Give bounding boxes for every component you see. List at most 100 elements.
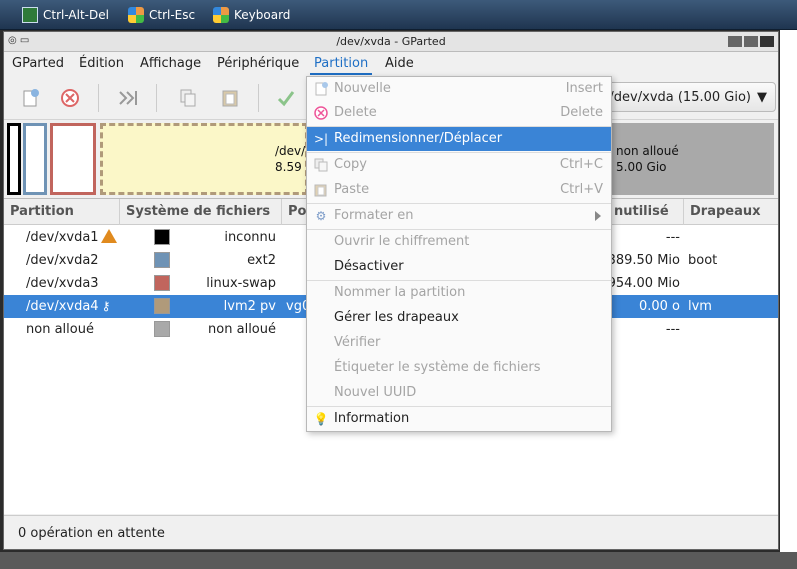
cell-filesystem: ext2: [247, 253, 276, 268]
menu-aide[interactable]: Aide: [381, 55, 418, 75]
menu-item-label: Paste: [334, 182, 370, 197]
maximize-icon[interactable]: [744, 36, 758, 47]
menu-item-format[interactable]: ⚙ Formater en: [307, 204, 611, 228]
delete-partition-button[interactable]: [58, 86, 82, 110]
cell-partition: non alloué: [26, 322, 94, 337]
map-xvda4-size: 8.59: [275, 160, 302, 174]
menu-item-manage-flags[interactable]: Gérer les drapeaux: [307, 306, 611, 330]
new-partition-button[interactable]: [18, 86, 42, 110]
menu-item-check[interactable]: Vérifier: [307, 331, 611, 355]
cell-unused: ---: [665, 322, 680, 337]
paste-icon: [313, 182, 329, 198]
toolbar-separator: [258, 84, 259, 112]
menu-item-label: Étiqueter le système de fichiers: [334, 360, 541, 375]
map-xvda4[interactable]: /dev/ 8.59: [100, 123, 308, 195]
viewer-toolbar: Ctrl-Alt-Del Ctrl-Esc Keyboard: [0, 0, 797, 30]
ctrl-esc-button[interactable]: Ctrl-Esc: [128, 5, 195, 25]
delete-icon: [61, 89, 79, 107]
menu-partition[interactable]: Partition: [310, 55, 373, 75]
menu-edition[interactable]: Édition: [75, 55, 128, 75]
map-xvda1[interactable]: [7, 123, 21, 195]
menu-item-new-uuid[interactable]: Nouvel UUID: [307, 381, 611, 405]
toolbar-separator: [156, 84, 157, 112]
fs-color-swatch: [154, 252, 170, 268]
minimize-icon[interactable]: [728, 36, 742, 47]
menu-item-label: Redimensionner/Déplacer: [334, 131, 503, 146]
menu-item-information[interactable]: 💡 Information: [307, 407, 611, 431]
map-unallocated-size: 5.00 Gio: [616, 160, 667, 174]
menu-item-label: Nouvelle: [334, 81, 391, 96]
ctrl-esc-label: Ctrl-Esc: [149, 8, 196, 22]
menu-item-label: Gérer les drapeaux: [334, 310, 459, 325]
menu-item-open-encryption[interactable]: Ouvrir le chiffrement: [307, 230, 611, 254]
menu-item-accel: Ctrl+C: [559, 157, 603, 172]
close-icon[interactable]: [760, 36, 774, 47]
cell-flags: lvm: [688, 299, 712, 314]
delete-icon: [313, 105, 329, 121]
menu-affichage[interactable]: Affichage: [136, 55, 205, 75]
map-unallocated[interactable]: non alloué 5.00 Gio: [604, 123, 774, 195]
partition-name: /dev/xvda4: [26, 299, 99, 314]
map-xvda4-name: /dev/: [275, 144, 306, 158]
cell-flags: boot: [688, 253, 718, 268]
menu-item-copy[interactable]: Copy Ctrl+C: [307, 153, 611, 177]
menu-item-label: Nouvel UUID: [334, 385, 417, 400]
cell-filesystem: inconnu: [224, 230, 276, 245]
col-partition[interactable]: Partition: [4, 199, 120, 225]
menu-item-label: Formater en: [334, 208, 414, 223]
windows-icon: [128, 7, 144, 23]
viewer-margin: [780, 30, 797, 552]
ctrl-alt-del-label: Ctrl-Alt-Del: [43, 8, 109, 22]
map-unallocated-name: non alloué: [616, 144, 679, 158]
format-icon: ⚙: [315, 209, 327, 223]
cell-partition: /dev/xvda2: [26, 253, 99, 268]
cell-partition: /dev/xvda3: [26, 276, 99, 291]
menu-item-label-filesystem[interactable]: Étiqueter le système de fichiers: [307, 356, 611, 380]
menu-item-label: Delete: [334, 105, 377, 120]
resize-icon: >|: [313, 132, 329, 146]
menu-gparted[interactable]: GParted: [8, 55, 68, 75]
submenu-arrow-icon: [595, 211, 601, 221]
menu-peripherique[interactable]: Périphérique: [213, 55, 303, 75]
col-flags[interactable]: Drapeaux: [684, 199, 778, 225]
windows-icon: [213, 7, 229, 23]
col-unused[interactable]: nutilisé: [608, 199, 684, 225]
menu-item-resize-move[interactable]: >| Redimensionner/Déplacer: [307, 127, 611, 151]
map-xvda2[interactable]: [23, 123, 47, 195]
menu-item-deactivate[interactable]: Désactiver: [307, 255, 611, 279]
menu-item-accel: Insert: [565, 81, 603, 96]
cell-filesystem: lvm2 pv: [223, 299, 276, 314]
col-filesystem[interactable]: Système de fichiers: [120, 199, 282, 225]
cell-partition: /dev/xvda1: [26, 229, 117, 246]
menu-item-delete[interactable]: Delete Delete: [307, 101, 611, 125]
chevron-down-icon: ▼: [757, 89, 767, 105]
partition-menu: Nouvelle Insert Delete Delete >| Redimen…: [306, 76, 612, 432]
map-xvda3[interactable]: [50, 123, 96, 195]
window-title: /dev/xvda - GParted: [336, 35, 446, 48]
window-titlebar: ◎ ▭ /dev/xvda - GParted: [4, 32, 778, 52]
menu-item-label: Copy: [334, 157, 367, 172]
menu-item-nouvelle[interactable]: Nouvelle Insert: [307, 77, 611, 101]
check-icon: [277, 91, 295, 107]
cell-filesystem: non alloué: [208, 322, 276, 337]
apply-button[interactable]: [274, 86, 298, 110]
new-icon: [23, 89, 39, 107]
menu-item-label: Ouvrir le chiffrement: [334, 234, 470, 249]
key-icon: ⚷: [101, 299, 111, 313]
keyboard-label: Keyboard: [234, 8, 291, 22]
copy-button[interactable]: [176, 86, 200, 110]
menu-item-label: Désactiver: [334, 259, 404, 274]
toolbar-separator: [98, 84, 99, 112]
menu-item-paste[interactable]: Paste Ctrl+V: [307, 178, 611, 202]
cell-unused: 0.00 o: [638, 299, 680, 314]
new-icon: [313, 81, 329, 97]
keyboard-button[interactable]: Keyboard: [213, 5, 290, 25]
paste-button[interactable]: [218, 86, 242, 110]
copy-icon: [180, 89, 196, 107]
resize-move-button[interactable]: [116, 86, 140, 110]
cell-unused: 954.00 Mio: [607, 276, 680, 291]
menu-item-name-partition[interactable]: Nommer la partition: [307, 281, 611, 305]
ctrl-alt-del-button[interactable]: Ctrl-Alt-Del: [22, 5, 109, 25]
partition-name: /dev/xvda1: [26, 230, 99, 245]
viewer-bottom-strip: [0, 552, 797, 569]
